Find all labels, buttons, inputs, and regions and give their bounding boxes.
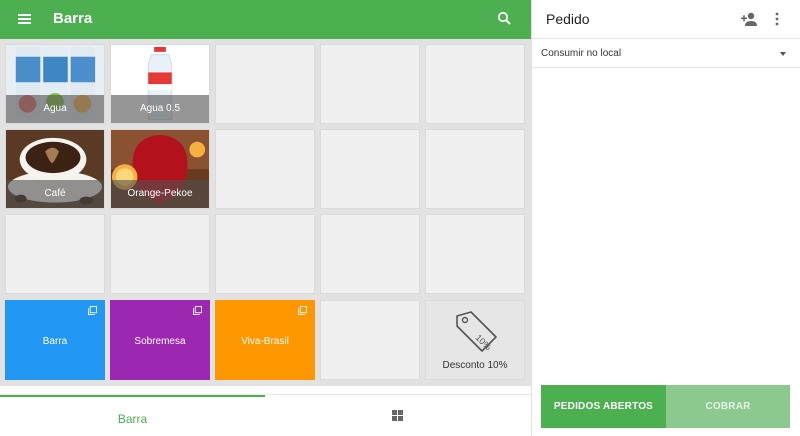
folder-copy-icon	[298, 306, 307, 315]
product-tile-agua-05[interactable]: Agua 0.5	[110, 44, 210, 124]
category-tile-barra[interactable]: Barra	[5, 300, 105, 380]
order-actions: PEDIDOS ABERTOS COBRAR	[541, 385, 791, 428]
discount-tag-text: 10%	[473, 332, 493, 352]
empty-tile	[215, 44, 315, 124]
hamburger-menu-icon[interactable]	[16, 9, 36, 29]
search-icon[interactable]	[495, 9, 515, 29]
folder-copy-icon	[88, 306, 97, 315]
charge-button[interactable]: COBRAR	[666, 385, 790, 428]
product-label: Café	[6, 180, 104, 208]
price-tag-icon: 10%	[456, 311, 497, 352]
more-options-icon[interactable]	[772, 11, 782, 27]
empty-tile	[215, 129, 315, 209]
tab-grid-view[interactable]	[266, 395, 531, 436]
empty-tile	[425, 129, 525, 209]
category-tile-sobremesa[interactable]: Sobremesa	[110, 300, 210, 380]
empty-tile	[425, 44, 525, 124]
category-label: Viva-Brasil	[241, 336, 289, 347]
product-tile-orange-pekoe[interactable]: Orange-Pekoe	[110, 129, 210, 209]
empty-tile	[215, 214, 315, 294]
discount-tile[interactable]: 10% Desconto 10%	[425, 300, 525, 380]
empty-tile	[110, 214, 210, 294]
tab-barra[interactable]: Barra	[0, 395, 265, 436]
empty-tile	[320, 129, 420, 209]
empty-tile	[320, 44, 420, 124]
add-person-icon[interactable]	[740, 11, 758, 27]
category-label: Sobremesa	[134, 336, 186, 347]
product-panel: Barra Agua Agua 0.5 Café Orange-Pekoe Ba…	[0, 0, 531, 436]
grid-view-icon	[392, 410, 403, 421]
discount-label: Desconto 10%	[442, 360, 508, 371]
order-header: Pedido	[532, 0, 800, 39]
app-bar: Barra	[0, 0, 531, 39]
folder-copy-icon	[193, 306, 202, 315]
empty-tile	[425, 214, 525, 294]
product-grid: Agua Agua 0.5 Café Orange-Pekoe Barra So…	[0, 39, 531, 386]
empty-tile	[320, 300, 420, 380]
order-title: Pedido	[546, 11, 590, 27]
category-label: Barra	[42, 336, 68, 347]
chevron-down-icon	[780, 52, 786, 56]
category-tile-viva-brasil[interactable]: Viva-Brasil	[215, 300, 315, 380]
bottom-navigation: Barra	[0, 394, 531, 436]
product-label: Orange-Pekoe	[111, 180, 209, 208]
open-orders-button[interactable]: PEDIDOS ABERTOS	[541, 385, 666, 428]
app-title: Barra	[53, 10, 93, 27]
dining-mode-select[interactable]: Consumir no local	[532, 40, 800, 68]
empty-tile	[320, 214, 420, 294]
product-tile-agua[interactable]: Agua	[5, 44, 105, 124]
product-label: Agua 0.5	[111, 95, 209, 123]
empty-tile	[5, 214, 105, 294]
order-panel: Pedido Consumir no local PEDIDOS ABERTOS…	[532, 0, 800, 436]
product-label: Agua	[6, 95, 104, 123]
dining-mode-value: Consumir no local	[541, 48, 622, 59]
product-tile-cafe[interactable]: Café	[5, 129, 105, 209]
